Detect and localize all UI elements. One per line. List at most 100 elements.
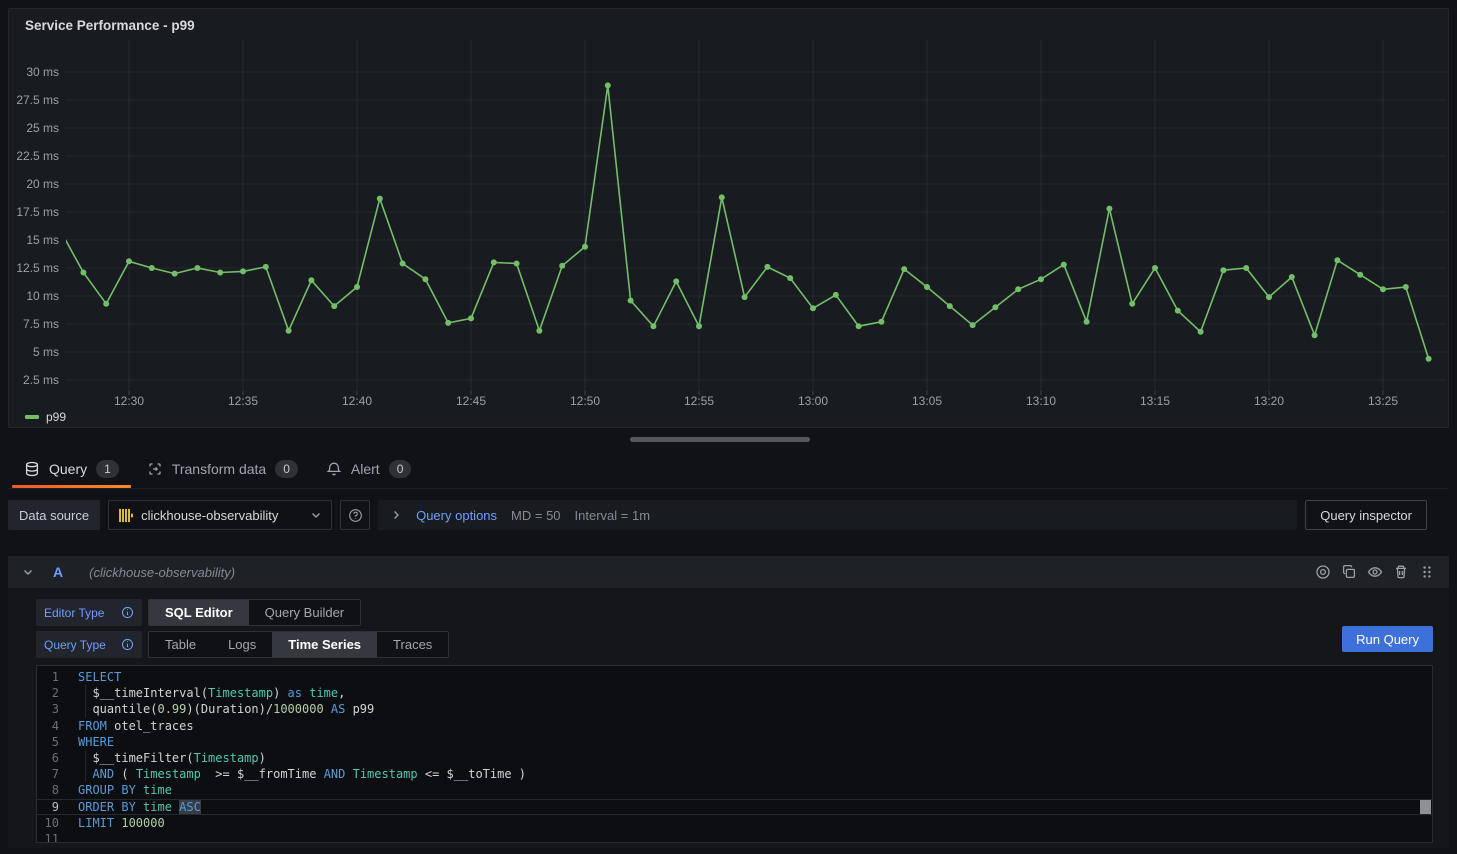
code-line[interactable]: 2 $__timeInterval(Timestamp) as time, [37,685,1432,701]
x-tick-label: 13:15 [1140,394,1170,408]
code-line[interactable]: 8GROUP BY time [37,782,1432,798]
data-point [1084,319,1090,325]
data-point [1334,257,1340,263]
bell-icon [326,461,342,477]
query-type-option-traces[interactable]: Traces [377,632,448,657]
data-point [924,284,930,290]
data-point [1152,265,1158,271]
data-point [650,323,656,329]
code-line[interactable]: 6 $__timeFilter(Timestamp) [37,750,1432,766]
data-point [947,303,953,309]
max-data-points-value: MD = 50 [511,508,561,523]
y-tick-label: 2.5 ms [23,373,59,387]
editor-type-option-sql-editor[interactable]: SQL Editor [149,600,249,625]
line-number: 7 [37,766,59,782]
collapse-chevron-down-icon[interactable] [22,566,34,578]
data-point [1357,272,1363,278]
legend-swatch [25,415,39,419]
data-point [103,301,109,307]
query-type-option-time-series[interactable]: Time Series [272,632,377,657]
tab-transform-data[interactable]: Transform data 0 [133,450,312,488]
data-point [149,265,155,271]
sql-editor-lines: 1SELECT2 $__timeInterval(Timestamp) as t… [37,669,1432,843]
query-type-option-table[interactable]: Table [149,632,212,657]
disable-query-icon[interactable] [1315,564,1331,580]
line-number: 6 [37,750,59,766]
query-editor-tabbar: Query 1 Transform data 0 Alert 0 [8,450,1449,489]
code-line[interactable]: 4FROM otel_traces [37,718,1432,734]
data-point [263,264,269,270]
data-point [1243,265,1249,271]
query-row-body: Editor Type SQL Editor Query Builder Que… [8,588,1449,854]
data-point [240,268,246,274]
data-point [1106,206,1112,212]
tab-alert[interactable]: Alert 0 [312,450,425,488]
tab-query[interactable]: Query 1 [10,450,133,488]
x-tick-label: 12:55 [684,394,714,408]
x-tick-label: 12:50 [570,394,600,408]
hide-response-icon[interactable] [1367,564,1383,580]
chevron-right-icon[interactable] [390,509,402,521]
data-point [856,323,862,329]
p99-line-series [61,85,1429,358]
x-tick-label: 13:20 [1254,394,1284,408]
horizontal-scrollbar-thumb[interactable] [630,437,810,442]
line-number: 10 [37,815,59,831]
y-tick-label: 7.5 ms [23,317,59,331]
legend-item-p99[interactable]: p99 [25,410,66,424]
code-line[interactable]: 5WHERE [37,734,1432,750]
tab-label: Transform data [172,461,266,477]
query-type-label: Query Type [36,631,142,658]
code-line[interactable]: 9ORDER BY time ASC [37,799,1432,815]
y-tick-label: 22.5 ms [16,149,59,163]
data-point [468,315,474,321]
query-options-link[interactable]: Query options [416,508,497,523]
y-tick-label: 25 ms [26,121,59,135]
datasource-select[interactable]: clickhouse-observability [108,500,332,530]
data-point [742,294,748,300]
code-line[interactable]: 10LIMIT 100000 [37,815,1432,831]
data-point [286,328,292,334]
data-point [1220,267,1226,273]
data-point [445,320,451,326]
code-line[interactable]: 7 AND ( Timestamp >= $__fromTime AND Tim… [37,766,1432,782]
drag-handle-icon[interactable] [1419,564,1435,580]
data-point [1426,356,1432,362]
info-circle-icon[interactable] [121,606,134,619]
line-number: 11 [37,831,59,843]
datasource-row: Data source clickhouse-observability [8,500,1427,530]
data-point [491,259,497,265]
data-point [833,292,839,298]
remove-query-icon[interactable] [1393,564,1409,580]
x-tick-label: 12:35 [228,394,258,408]
sql-editor[interactable]: 1SELECT2 $__timeInterval(Timestamp) as t… [36,665,1433,843]
data-point [354,284,360,290]
y-tick-label: 17.5 ms [16,205,59,219]
info-circle-icon[interactable] [121,638,134,651]
editor-type-group: SQL Editor Query Builder [148,599,361,626]
x-tick-label: 12:45 [456,394,486,408]
y-tick-label: 30 ms [26,65,59,79]
code-line[interactable]: 11 [37,831,1432,843]
overview-cursor-marker [1420,800,1431,814]
x-tick-label: 13:00 [798,394,828,408]
data-point [1061,262,1067,268]
data-point [559,263,565,269]
data-point [878,319,884,325]
database-icon [24,461,40,477]
x-tick-label: 12:30 [114,394,144,408]
query-type-option-logs[interactable]: Logs [212,632,272,657]
code-line[interactable]: 1SELECT [37,669,1432,685]
duplicate-query-icon[interactable] [1341,564,1357,580]
code-line[interactable]: 3 quantile(0.99)(Duration)/1000000 AS p9… [37,701,1432,717]
help-circle-icon [348,508,363,523]
y-tick-label: 15 ms [26,233,59,247]
datasource-help-button[interactable] [340,500,370,530]
tab-transform-count-badge: 0 [275,460,298,478]
data-point [1312,332,1318,338]
editor-type-option-query-builder[interactable]: Query Builder [249,600,360,625]
run-query-button[interactable]: Run Query [1342,626,1433,652]
timeseries-chart[interactable]: 30 ms27.5 ms25 ms22.5 ms20 ms17.5 ms15 m… [9,9,1448,427]
tab-query-count-badge: 1 [96,460,119,478]
query-inspector-button[interactable]: Query inspector [1305,500,1427,530]
